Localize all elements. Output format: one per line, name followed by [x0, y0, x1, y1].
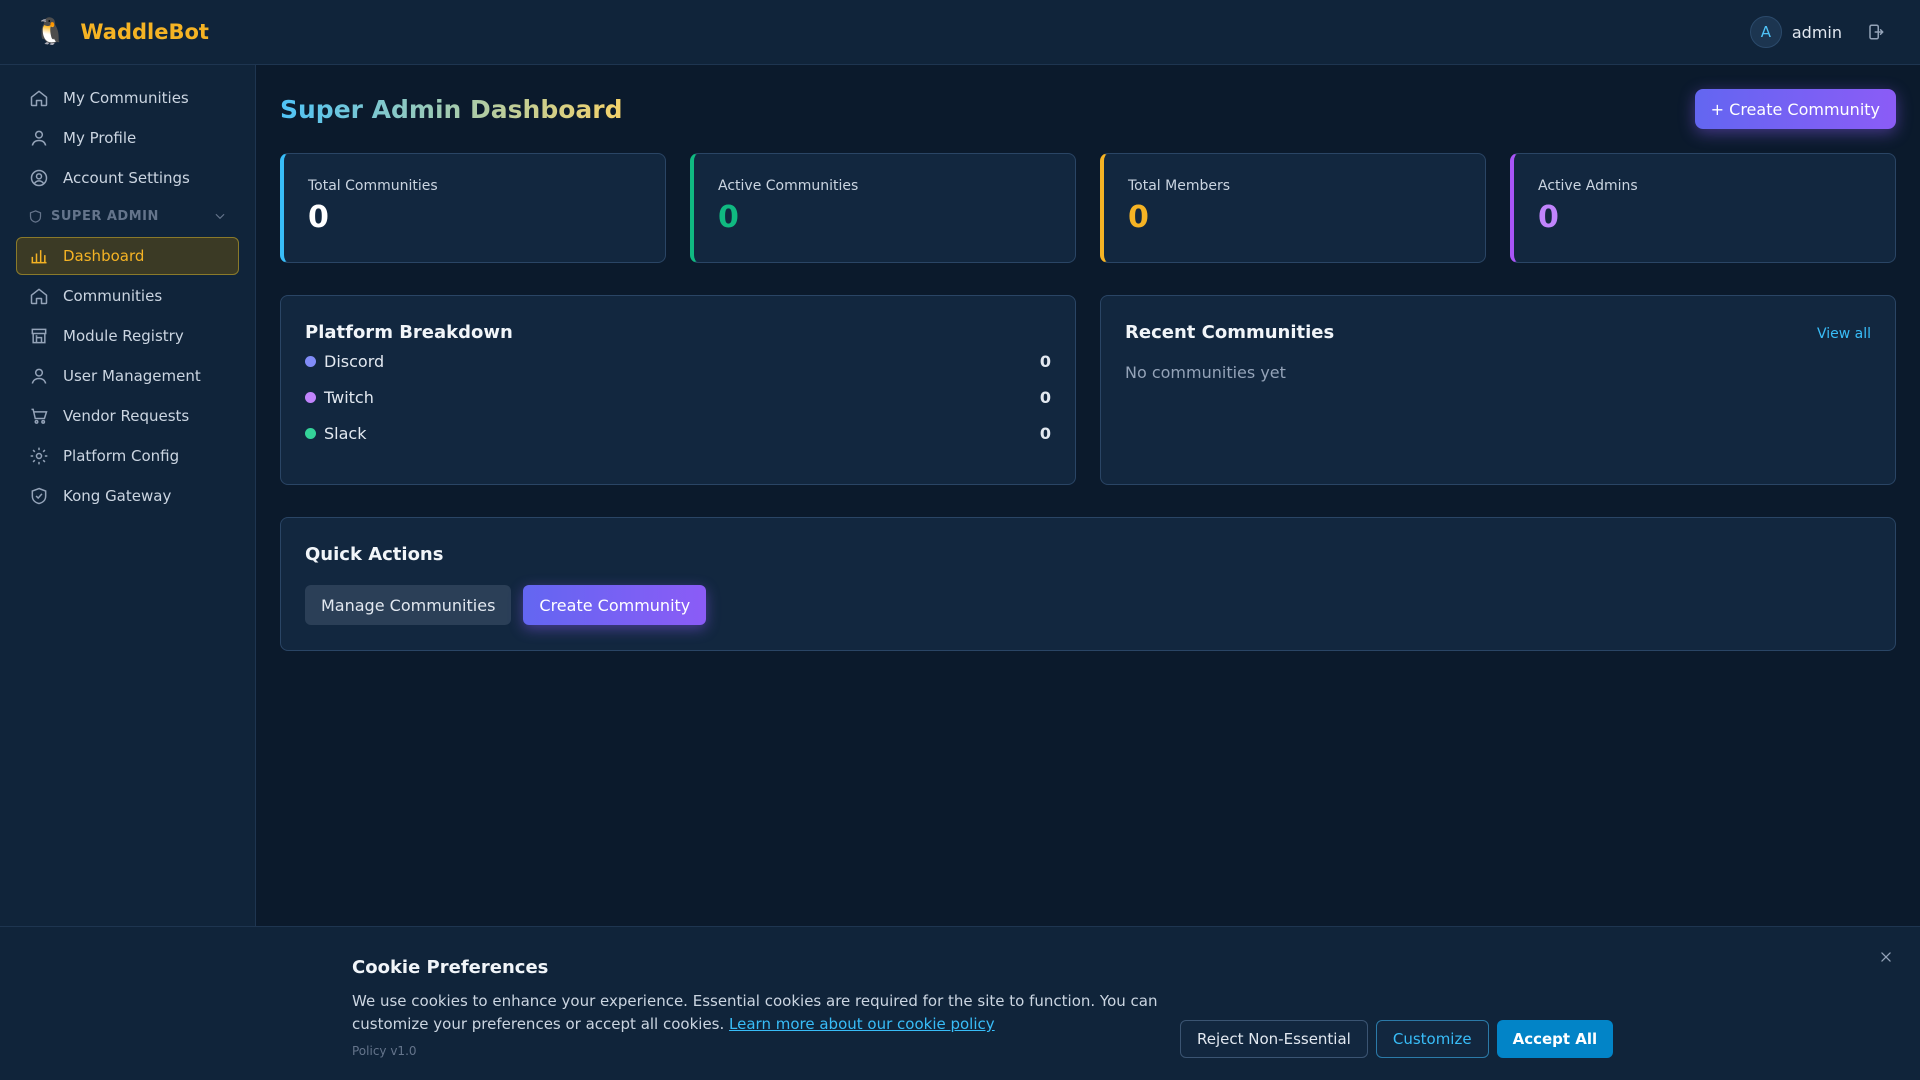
platform-count: 0 [1039, 351, 1051, 371]
sidebar-item-kong-gateway[interactable]: Kong Gateway [16, 477, 239, 515]
sidebar-item-label: Dashboard [63, 247, 145, 265]
platform-count: 0 [1039, 387, 1051, 407]
sidebar-item-communities[interactable]: Communities [16, 277, 239, 315]
slack-dot-icon [305, 427, 316, 439]
platform-name: Twitch [324, 387, 374, 407]
panels-row: Platform Breakdown Discord 0 Twitch 0 Sl… [280, 295, 1896, 485]
gear-icon [30, 447, 48, 465]
discord-dot-icon [305, 355, 316, 367]
quick-create-community-button[interactable]: Create Community [523, 585, 707, 625]
stat-label: Total Members [1128, 178, 1231, 194]
platform-row-twitch: Twitch 0 [305, 379, 1051, 415]
panel-title: Quick Actions [305, 544, 444, 565]
empty-state-text: No communities yet [1125, 363, 1286, 382]
sidebar-item-my-communities[interactable]: My Communities [16, 79, 239, 117]
sidebar-item-my-profile[interactable]: My Profile [16, 119, 239, 157]
stat-value: 0 [718, 200, 739, 235]
sidebar-item-label: Module Registry [63, 327, 184, 345]
logout-icon[interactable] [1866, 22, 1886, 42]
sidebar-item-account-settings[interactable]: Account Settings [16, 159, 239, 197]
platform-name: Discord [324, 351, 385, 371]
sidebar-item-label: Communities [63, 287, 163, 305]
stat-value: 0 [308, 200, 329, 235]
reject-non-essential-button[interactable]: Reject Non-Essential [1180, 1020, 1368, 1058]
sidebar-item-label: Kong Gateway [63, 487, 172, 505]
shield-check-icon [31, 487, 47, 505]
sidebar-item-platform-config[interactable]: Platform Config [16, 437, 239, 475]
policy-version: Policy v1.0 [352, 1044, 417, 1058]
stat-card-total-members: Total Members 0 [1100, 153, 1486, 263]
sidebar-item-module-registry[interactable]: Module Registry [16, 317, 239, 355]
bar-chart-icon [31, 250, 47, 264]
platform-row-slack: Slack 0 [305, 415, 1051, 451]
platform-name: Slack [324, 423, 367, 443]
customize-button[interactable]: Customize [1375, 1020, 1489, 1058]
cookie-content: Cookie Preferences We use cookies to enh… [352, 957, 1182, 1058]
section-label: SUPER ADMIN [51, 208, 159, 224]
accept-all-button[interactable]: Accept All [1496, 1020, 1614, 1058]
avatar[interactable]: A [1749, 16, 1782, 48]
manage-communities-button[interactable]: Manage Communities [305, 585, 512, 625]
shield-icon [29, 209, 42, 223]
user-menu: A admin [1749, 16, 1886, 48]
chevron-down-icon[interactable] [213, 209, 227, 223]
user-icon [31, 368, 47, 384]
stat-card-active-communities: Active Communities 0 [690, 153, 1076, 263]
sidebar-item-dashboard[interactable]: Dashboard [16, 237, 239, 275]
sidebar-item-label: Account Settings [63, 169, 190, 187]
page-title: Super Admin Dashboard [280, 94, 623, 124]
home-icon [30, 90, 48, 107]
create-community-button[interactable]: + Create Community [1694, 89, 1896, 129]
stat-card-total-communities: Total Communities 0 [280, 153, 666, 263]
sidebar-item-vendor-requests[interactable]: Vendor Requests [16, 397, 239, 435]
stat-value: 0 [1128, 200, 1149, 235]
stat-value: 0 [1538, 200, 1559, 235]
cookie-title: Cookie Preferences [352, 957, 549, 978]
close-icon[interactable] [1874, 945, 1898, 969]
quick-actions-buttons: Manage Communities Create Community [305, 585, 1871, 625]
stat-label: Total Communities [308, 178, 438, 194]
stat-card-active-admins: Active Admins 0 [1510, 153, 1896, 263]
panel-title: Platform Breakdown [305, 322, 513, 343]
app-name: WaddleBot [80, 20, 209, 44]
stat-label: Active Admins [1538, 178, 1638, 194]
avatar-initial: A [1760, 23, 1771, 41]
platform-row-discord: Discord 0 [305, 343, 1051, 379]
view-all-link[interactable]: View all [1817, 326, 1871, 342]
cookie-policy-link[interactable]: Learn more about our cookie policy [729, 1015, 995, 1033]
storefront-icon [31, 328, 47, 344]
sidebar-item-label: My Profile [63, 129, 137, 147]
penguin-logo-icon: 🐧 [34, 17, 67, 47]
recent-communities-panel: Recent Communities View all No communiti… [1100, 295, 1896, 485]
username: admin [1791, 22, 1842, 42]
page-header: Super Admin Dashboard + Create Community [280, 65, 1896, 153]
cookie-text: We use cookies to enhance your experienc… [352, 990, 1182, 1036]
sidebar-item-label: Platform Config [63, 447, 180, 465]
platform-breakdown-panel: Platform Breakdown Discord 0 Twitch 0 Sl… [280, 295, 1076, 485]
super-admin-section-header[interactable]: SUPER ADMIN [16, 199, 239, 233]
sidebar-item-label: My Communities [63, 89, 189, 107]
cart-icon [31, 408, 48, 424]
cookie-banner: Cookie Preferences We use cookies to enh… [0, 926, 1920, 1080]
top-bar: 🐧 WaddleBot A admin [0, 0, 1920, 65]
sidebar-item-user-management[interactable]: User Management [16, 357, 239, 395]
stats-row: Total Communities 0 Active Communities 0… [280, 153, 1896, 263]
quick-actions-panel: Quick Actions Manage Communities Create … [280, 517, 1896, 651]
user-circle-icon [30, 169, 48, 187]
brand[interactable]: 🐧 WaddleBot [34, 19, 209, 45]
home-icon [30, 288, 48, 305]
panel-title: Recent Communities [1125, 322, 1335, 343]
stat-label: Active Communities [718, 178, 859, 194]
main-content: Super Admin Dashboard + Create Community… [280, 65, 1896, 651]
platform-count: 0 [1039, 423, 1051, 443]
sidebar-item-label: User Management [63, 367, 201, 385]
cookie-actions: Reject Non-Essential Customize Accept Al… [1180, 1020, 1614, 1058]
user-icon [31, 130, 47, 146]
sidebar-item-label: Vendor Requests [63, 407, 190, 425]
twitch-dot-icon [305, 391, 316, 403]
